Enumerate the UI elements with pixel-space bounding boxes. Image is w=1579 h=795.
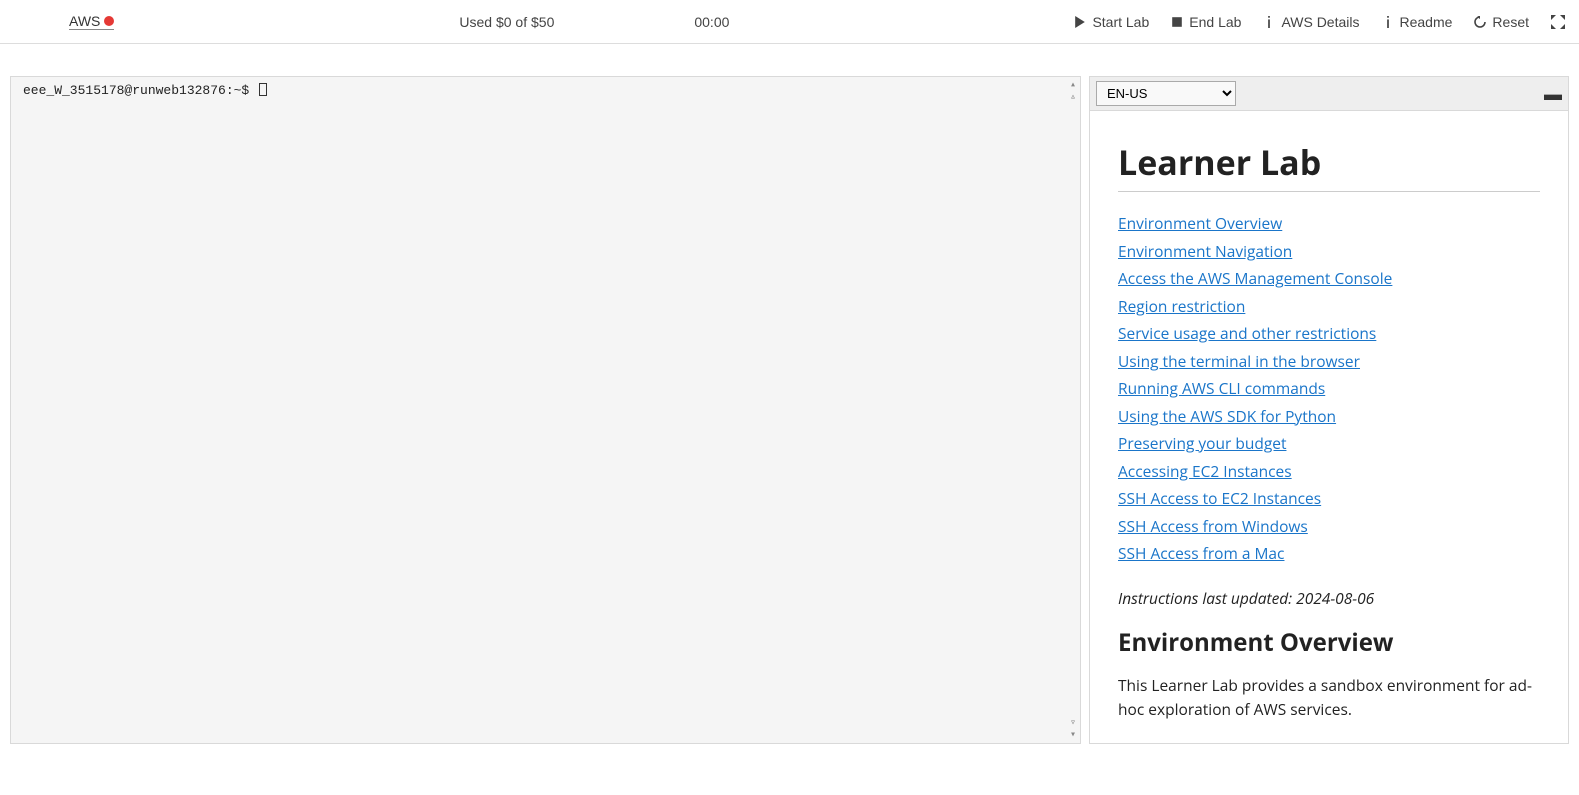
longlived-paragraph: This environment is long-lived. When the… [1118, 737, 1540, 743]
toc-link[interactable]: Environment Overview [1118, 212, 1282, 234]
terminal-panel[interactable]: ▴ ▵ eee_W_3515178@runweb132876:~$ ▿ ▾ [10, 76, 1081, 744]
longlived-bold: This environment is long-lived [1118, 738, 1351, 743]
status-dot-icon [104, 16, 114, 26]
start-lab-label: Start Lab [1092, 14, 1149, 30]
readme-button[interactable]: Readme [1382, 14, 1453, 30]
info-icon [1382, 16, 1394, 28]
updated-text: Instructions last updated: 2024-08-06 [1118, 587, 1374, 609]
fullscreen-icon [1551, 15, 1565, 29]
toc-link[interactable]: Preserving your budget [1118, 432, 1286, 454]
timer-text: 00:00 [694, 14, 729, 30]
reset-icon [1474, 16, 1486, 28]
toc-link[interactable]: Access the AWS Management Console [1118, 267, 1392, 289]
terminal-scroll-up[interactable]: ▴ ▵ [1070, 79, 1076, 103]
scroll-down-alt-icon: ▿ [1070, 717, 1076, 729]
minimize-icon[interactable]: ▬ [1544, 89, 1562, 99]
aws-details-label: AWS Details [1281, 14, 1359, 30]
aws-label: AWS [69, 13, 100, 29]
instructions-header: EN-US ▬ [1090, 77, 1568, 111]
stop-icon [1171, 16, 1183, 28]
language-select[interactable]: EN-US [1096, 81, 1236, 106]
toc-link[interactable]: Accessing EC2 Instances [1118, 460, 1292, 482]
aws-details-button[interactable]: AWS Details [1263, 14, 1359, 30]
info-icon [1263, 16, 1275, 28]
toc-link[interactable]: Service usage and other restrictions [1118, 322, 1376, 344]
main-area: ▴ ▵ eee_W_3515178@runweb132876:~$ ▿ ▾ EN… [0, 76, 1579, 744]
start-lab-button[interactable]: Start Lab [1074, 14, 1149, 30]
fullscreen-button[interactable] [1551, 15, 1565, 29]
scroll-down-icon: ▾ [1070, 729, 1076, 741]
aws-link[interactable]: AWS [69, 13, 114, 30]
reset-button[interactable]: Reset [1474, 14, 1529, 30]
toc-list: Environment Overview Environment Navigat… [1118, 210, 1540, 568]
readme-label: Readme [1400, 14, 1453, 30]
toc-link[interactable]: Environment Navigation [1118, 240, 1292, 262]
topbar-center: Used $0 of $50 00:00 [124, 14, 1064, 30]
terminal-cursor-icon [259, 83, 267, 96]
reset-label: Reset [1492, 14, 1529, 30]
instructions-panel: EN-US ▬ Learner Lab Environment Overview… [1089, 76, 1569, 744]
toc-link[interactable]: Running AWS CLI commands [1118, 377, 1325, 399]
intro-paragraph: This Learner Lab provides a sandbox envi… [1118, 673, 1540, 721]
section-heading: Environment Overview [1118, 626, 1540, 659]
topbar: AWS Used $0 of $50 00:00 Start Lab End L… [0, 0, 1579, 44]
topbar-left: AWS [14, 13, 114, 30]
topbar-right: Start Lab End Lab AWS Details Readme Res… [1074, 14, 1565, 30]
end-lab-label: End Lab [1189, 14, 1241, 30]
instructions-body[interactable]: Learner Lab Environment Overview Environ… [1090, 111, 1568, 743]
toc-link[interactable]: Using the AWS SDK for Python [1118, 405, 1336, 427]
budget-text: Used $0 of $50 [459, 14, 554, 30]
terminal-scroll-down[interactable]: ▿ ▾ [1070, 717, 1076, 741]
toc-link[interactable]: Using the terminal in the browser [1118, 350, 1360, 372]
doc-title: Learner Lab [1118, 139, 1540, 185]
terminal-prompt: eee_W_3515178@runweb132876:~$ [23, 83, 249, 98]
toc-link[interactable]: SSH Access from Windows [1118, 515, 1308, 537]
end-lab-button[interactable]: End Lab [1171, 14, 1241, 30]
title-divider [1118, 191, 1540, 192]
toc-link[interactable]: SSH Access from a Mac [1118, 542, 1284, 564]
scroll-up-alt-icon: ▵ [1070, 91, 1076, 103]
toc-link[interactable]: Region restriction [1118, 295, 1245, 317]
play-icon [1074, 16, 1086, 28]
toc-link[interactable]: SSH Access to EC2 Instances [1118, 487, 1321, 509]
scroll-up-icon: ▴ [1070, 79, 1076, 91]
